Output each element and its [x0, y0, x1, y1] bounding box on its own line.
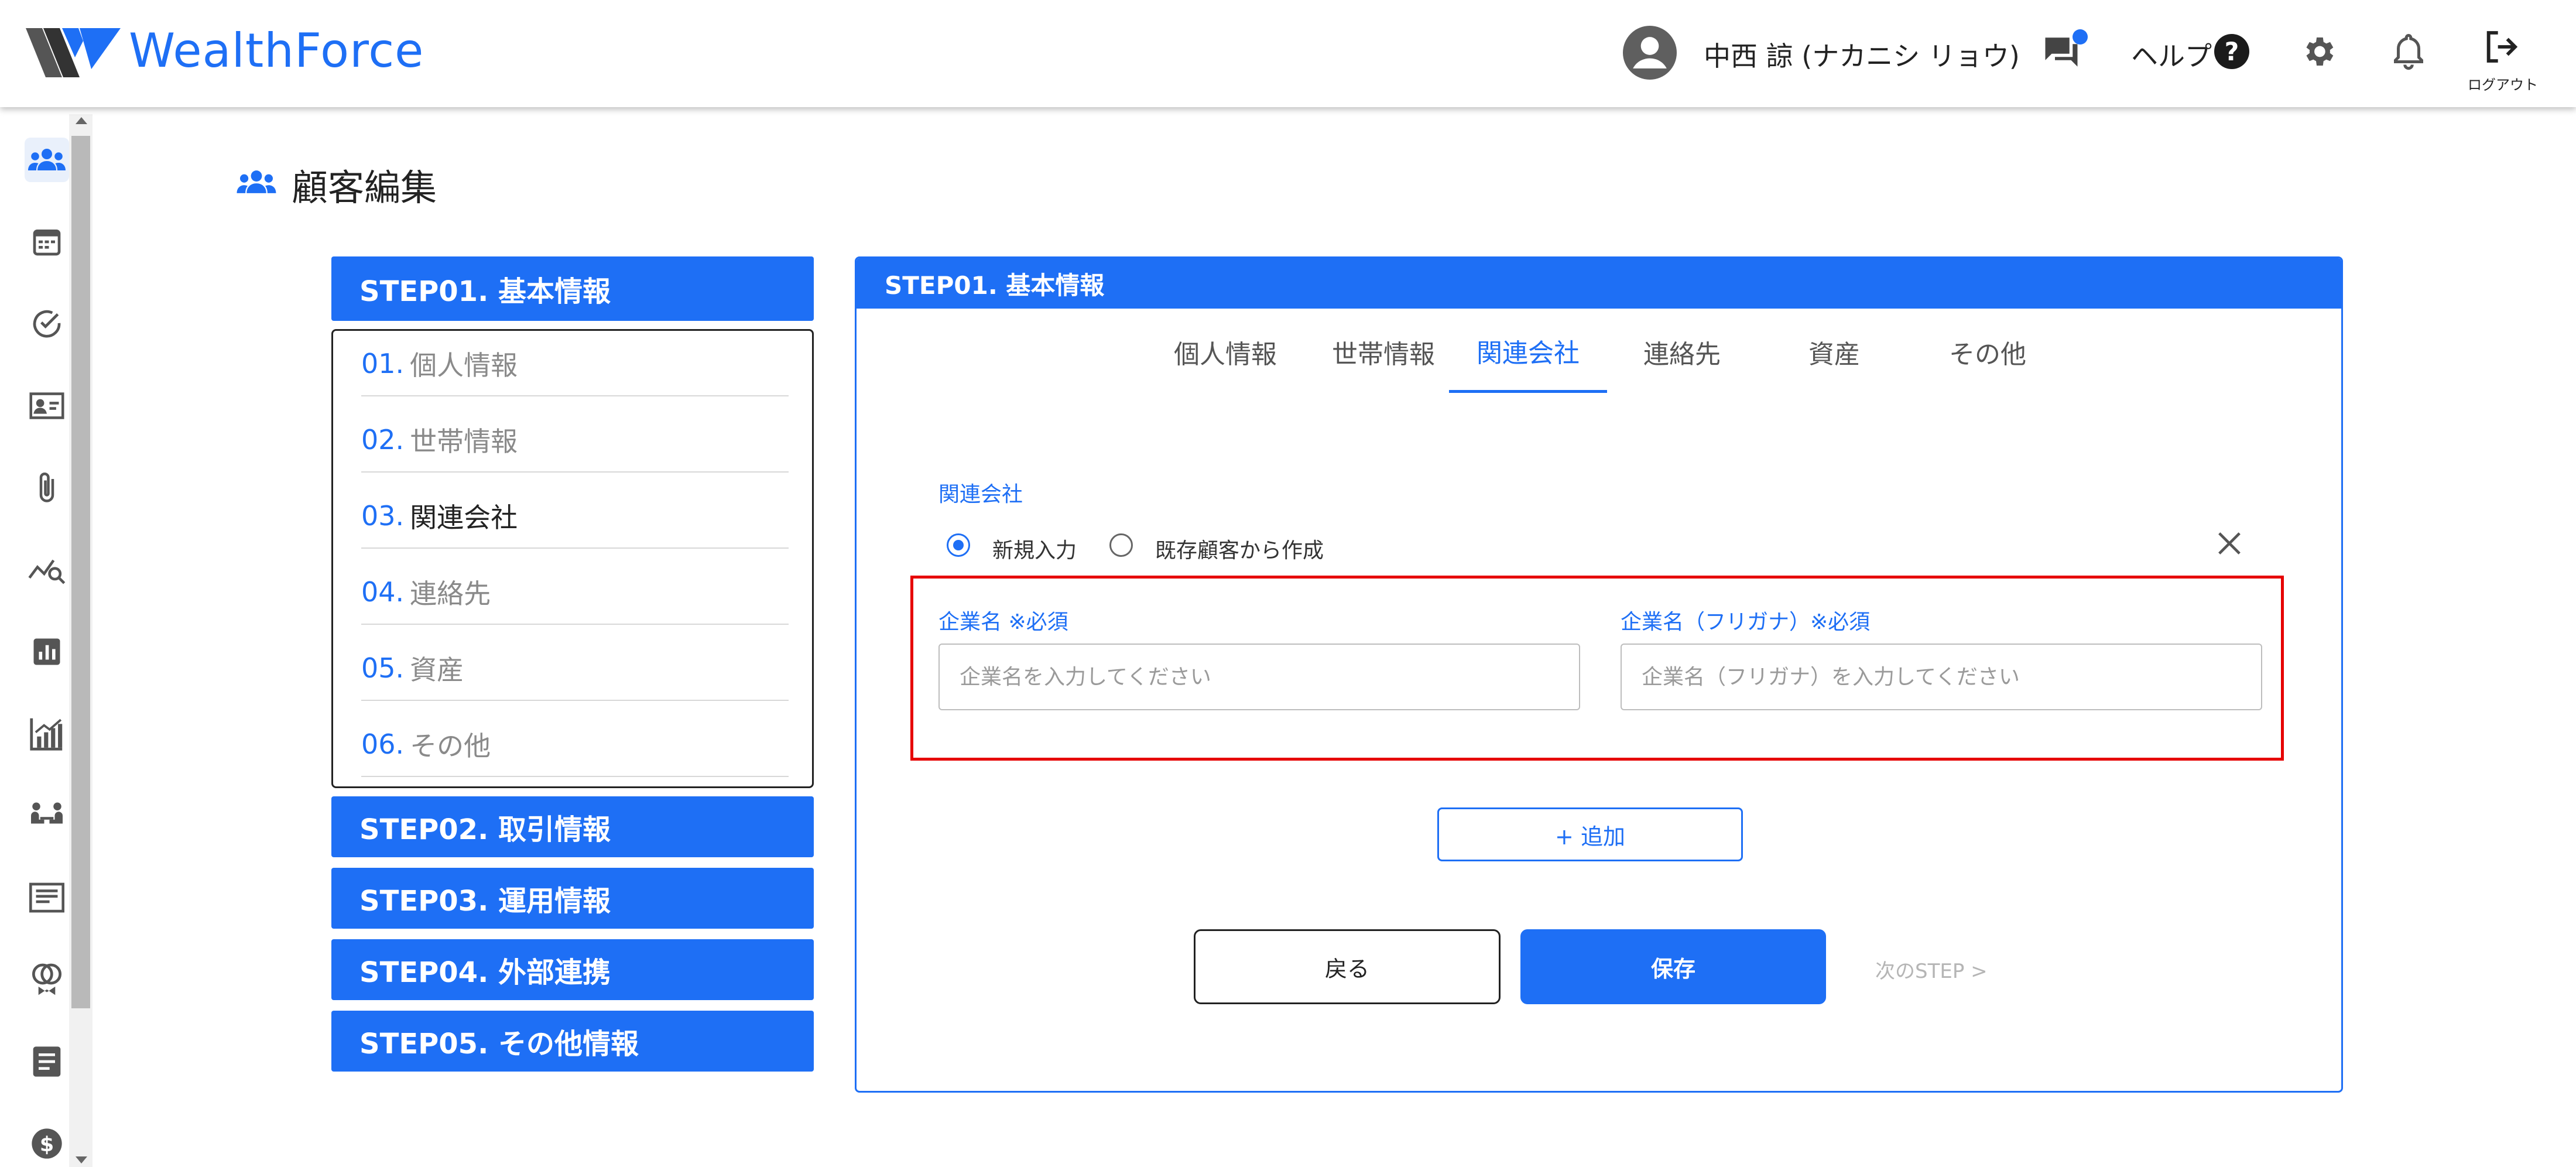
subnav-label: 連絡先 — [410, 578, 491, 610]
sidebar-item-calendar[interactable] — [25, 220, 69, 264]
section-label: 関連会社 — [938, 482, 1023, 507]
panel-heading: STEP01. 基本情報 — [857, 258, 2341, 309]
help-link[interactable]: ヘルプ — [2131, 35, 2212, 74]
svg-text:?: ? — [2225, 38, 2239, 67]
tab-contact[interactable]: 連絡先 — [1618, 311, 1746, 393]
bar-chart-icon — [33, 638, 60, 665]
sidebar-item-growth[interactable] — [25, 711, 69, 756]
subnav-item-related-company[interactable]: 03. 関連会社 — [361, 484, 789, 549]
sidebar-item-profile[interactable] — [25, 384, 69, 428]
brand-logo[interactable] — [26, 23, 128, 82]
rings-icon — [32, 963, 62, 995]
step-nav-step4[interactable]: STEP04. 外部連携 — [331, 939, 814, 1000]
chart-search-icon — [28, 559, 66, 584]
chat-notification-dot — [2073, 29, 2088, 45]
subnav-label: 資産 — [410, 654, 464, 686]
sidebar-item-analysis[interactable] — [25, 547, 69, 592]
page-title: 顧客編集 — [292, 166, 437, 209]
scroll-down-arrow-icon[interactable] — [76, 1156, 87, 1163]
scroll-up-arrow-icon[interactable] — [76, 117, 87, 124]
step1-subnav: 01. 個人情報 02. 世帯情報 03. 関連会社 04. 連絡先 05. 資産 06.… — [331, 329, 814, 788]
subnav-label: その他 — [410, 730, 491, 762]
paperclip-icon — [39, 473, 54, 502]
wealthforce-logo-icon — [26, 28, 121, 77]
subnav-item-contact[interactable]: 04. 連絡先 — [361, 560, 789, 625]
notes-icon — [33, 1046, 61, 1077]
step-nav-step2[interactable]: STEP02. 取引情報 — [331, 796, 814, 857]
company-kana-input[interactable] — [1621, 644, 2262, 710]
sidebar-item-finance[interactable]: $ — [25, 1121, 69, 1166]
subnav-item-assets[interactable]: 05. 資産 — [361, 636, 789, 701]
step-nav-step3[interactable]: STEP03. 運用情報 — [331, 868, 814, 929]
calendar-icon — [33, 230, 61, 256]
radio-from-existing-label[interactable]: 既存顧客から作成 — [1155, 533, 1324, 564]
meeting-icon — [31, 802, 63, 824]
subnav-item-household[interactable]: 02. 世帯情報 — [361, 408, 789, 473]
sidebar-item-tasks[interactable] — [25, 302, 69, 346]
logout-label[interactable]: ログアウト — [2468, 73, 2538, 94]
subnav-item-personal[interactable]: 01. 個人情報 — [361, 332, 789, 396]
document-icon — [29, 882, 64, 913]
sidebar-item-notes[interactable] — [25, 1039, 69, 1084]
svg-text:$: $ — [40, 1133, 54, 1156]
step-nav-step1[interactable]: STEP01. 基本情報 — [331, 256, 814, 321]
radio-new-entry[interactable] — [947, 533, 970, 557]
dollar-icon: $ — [32, 1128, 62, 1159]
company-name-input[interactable] — [938, 644, 1580, 710]
id-card-icon — [29, 392, 64, 419]
tab-assets[interactable]: 資産 — [1770, 311, 1899, 393]
top-header: WealthForce 中西 諒 (ナカニシ リョウ) ヘルプ ? ログアウト — [0, 0, 2576, 107]
subnav-label: 個人情報 — [410, 350, 518, 381]
sidebar-item-attachments[interactable] — [25, 466, 69, 510]
growth-chart-icon — [30, 718, 63, 751]
next-step-link[interactable]: 次のSTEP > — [1875, 955, 1988, 984]
sidebar-scrollbar-thumb[interactable] — [71, 136, 90, 1008]
radio-new-entry-label[interactable]: 新規入力 — [992, 533, 1077, 564]
user-name[interactable]: 中西 諒 (ナカニシ リョウ) — [1704, 35, 2020, 74]
brand-name: WealthForce — [129, 23, 424, 78]
add-button[interactable]: + 追加 — [1437, 807, 1743, 861]
sidebar-item-customers[interactable] — [25, 138, 69, 182]
bell-icon[interactable] — [2391, 32, 2426, 71]
subnav-item-other[interactable]: 06. その他 — [361, 713, 789, 777]
sidebar-item-meetings[interactable] — [25, 793, 69, 838]
user-avatar-icon[interactable] — [1623, 26, 1677, 80]
sidebar-item-reports[interactable] — [25, 629, 69, 674]
tab-personal[interactable]: 個人情報 — [1155, 311, 1296, 393]
tab-household[interactable]: 世帯情報 — [1313, 311, 1454, 393]
step-nav-step5[interactable]: STEP05. その他情報 — [331, 1011, 814, 1072]
gear-icon[interactable] — [2300, 33, 2337, 70]
save-button[interactable]: 保存 — [1520, 929, 1826, 1004]
step1-panel: STEP01. 基本情報 個人情報 世帯情報 関連会社 連絡先 資産 その他 関… — [855, 256, 2343, 1093]
sidebar-item-relations[interactable] — [25, 957, 69, 1002]
tab-related-company[interactable]: 関連会社 — [1449, 311, 1607, 393]
company-kana-label: 企業名（フリガナ）※必須 — [1621, 610, 1871, 634]
subnav-label: 世帯情報 — [410, 426, 518, 457]
subnav-label: 関連会社 — [410, 502, 518, 533]
check-circle-icon — [33, 310, 61, 338]
back-button[interactable]: 戻る — [1194, 929, 1501, 1004]
logout-icon[interactable] — [2482, 28, 2520, 66]
tab-other[interactable]: その他 — [1917, 311, 2058, 393]
company-name-label: 企業名 ※必須 — [938, 610, 1068, 634]
customers-title-icon — [237, 170, 276, 193]
close-icon[interactable] — [2216, 530, 2243, 557]
help-icon[interactable]: ? — [2214, 34, 2249, 69]
sidebar-item-documents[interactable] — [25, 875, 69, 920]
customers-icon — [28, 149, 66, 170]
radio-from-existing[interactable] — [1109, 533, 1133, 557]
